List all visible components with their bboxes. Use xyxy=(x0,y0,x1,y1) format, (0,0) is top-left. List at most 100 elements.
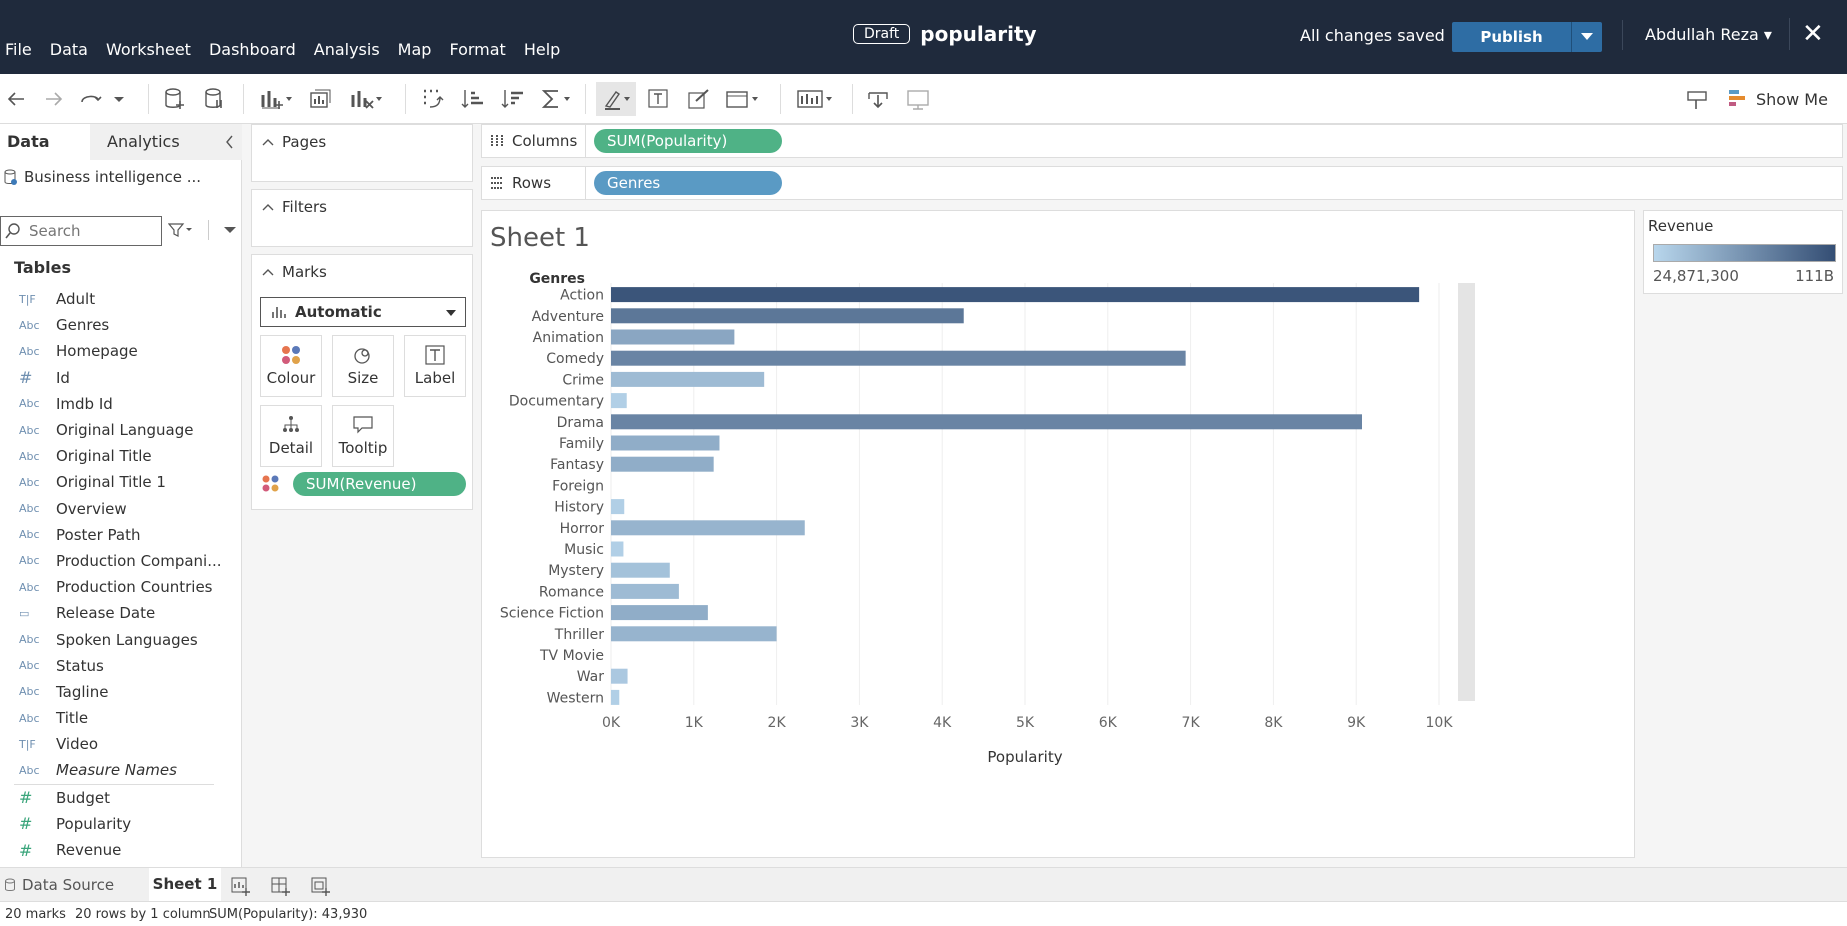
colour-button[interactable]: Colour xyxy=(260,335,322,397)
field-budget[interactable]: # Budget xyxy=(0,785,242,811)
field-original-title[interactable]: Abc Original Title xyxy=(0,443,242,469)
chart-scrollbar[interactable] xyxy=(1458,283,1475,701)
menu-worksheet[interactable]: Worksheet xyxy=(101,40,191,59)
new-worksheet-tab-icon[interactable] xyxy=(230,876,252,896)
sort-descending-icon[interactable] xyxy=(500,87,526,111)
field-id[interactable]: # Id xyxy=(0,365,242,391)
field-homepage[interactable]: Abc Homepage xyxy=(0,338,242,364)
duplicate-sheet-icon[interactable] xyxy=(308,87,334,111)
filters-card-header[interactable]: Filters xyxy=(252,190,472,224)
new-dashboard-tab-icon[interactable] xyxy=(270,876,292,896)
pages-card-header[interactable]: Pages xyxy=(252,125,472,159)
bar[interactable] xyxy=(611,583,679,599)
revenue-colour-pill[interactable]: SUM(Revenue) xyxy=(293,472,466,496)
bar[interactable] xyxy=(611,350,1186,366)
data-source-tab-label[interactable]: Data Source xyxy=(22,876,114,894)
replay-icon[interactable] xyxy=(78,87,104,111)
tab-analytics[interactable]: Analytics xyxy=(90,124,242,160)
field-title[interactable]: Abc Title xyxy=(0,705,242,731)
field-revenue[interactable]: # Revenue xyxy=(0,837,242,863)
user-menu[interactable]: Abdullah Reza ▾ xyxy=(1622,20,1772,50)
show-labels-icon[interactable] xyxy=(646,87,672,111)
menu-data[interactable]: Data xyxy=(45,40,88,59)
tooltip-button[interactable]: Tooltip xyxy=(332,405,394,467)
datasource-item[interactable]: Business intelligence ... xyxy=(4,168,201,186)
new-worksheet-icon[interactable] xyxy=(260,87,294,111)
field-poster-path[interactable]: Abc Poster Path xyxy=(0,522,242,548)
data-source-tab[interactable]: Data Source xyxy=(4,876,114,894)
field-adult[interactable]: T|F Adult xyxy=(0,286,242,312)
field-popularity[interactable]: # Popularity xyxy=(0,811,242,837)
search-field[interactable] xyxy=(0,216,162,246)
bar[interactable] xyxy=(611,520,805,536)
filters-card[interactable]: Filters xyxy=(251,189,473,247)
bar[interactable] xyxy=(611,541,624,557)
sheet-tab[interactable]: Sheet 1 xyxy=(149,868,221,901)
swap-rows-columns-icon[interactable] xyxy=(420,87,446,111)
filter-icon[interactable] xyxy=(168,222,194,238)
mark-type-select[interactable]: Automatic xyxy=(260,297,466,327)
datasource-name[interactable]: Business intelligence ... xyxy=(24,168,201,186)
marks-card-header[interactable]: Marks xyxy=(252,255,472,289)
field-production-compani[interactable]: Abc Production Compani... xyxy=(0,548,242,574)
bar[interactable] xyxy=(611,456,714,472)
presentation-mode-icon[interactable] xyxy=(906,87,932,111)
menu-dashboard[interactable]: Dashboard xyxy=(204,40,296,59)
bar[interactable] xyxy=(611,605,708,621)
pages-card[interactable]: Pages xyxy=(251,124,473,182)
field-tagline[interactable]: Abc Tagline xyxy=(0,679,242,705)
pin-icon[interactable] xyxy=(1684,87,1710,111)
bar[interactable] xyxy=(611,499,625,515)
download-icon[interactable] xyxy=(866,87,892,111)
user-name[interactable]: Abdullah Reza xyxy=(1645,25,1759,44)
bar[interactable] xyxy=(611,308,964,324)
rows-shelf[interactable]: Rows Genres xyxy=(481,166,1843,200)
publish-label[interactable]: Publish xyxy=(1452,22,1572,52)
field-original-title-1[interactable]: Abc Original Title 1 xyxy=(0,469,242,495)
menu-help[interactable]: Help xyxy=(519,40,560,59)
highlight-icon[interactable] xyxy=(602,87,636,111)
redo-icon[interactable] xyxy=(40,87,66,111)
bar[interactable] xyxy=(611,626,777,642)
fit-view-icon[interactable] xyxy=(724,87,764,111)
replay-dropdown-icon[interactable] xyxy=(112,87,126,111)
new-story-tab-icon[interactable] xyxy=(310,876,332,896)
search-input[interactable] xyxy=(29,222,149,240)
menu-analysis[interactable]: Analysis xyxy=(309,40,380,59)
bar[interactable] xyxy=(611,689,620,705)
chevron-up-icon[interactable] xyxy=(262,137,274,147)
mark-type-value[interactable]: Automatic xyxy=(295,303,382,321)
document-title[interactable]: popularity xyxy=(920,22,1036,46)
pause-updates-icon[interactable] xyxy=(202,87,228,111)
bar[interactable] xyxy=(611,414,1362,430)
field-video[interactable]: T|F Video xyxy=(0,731,242,757)
collapse-pane-icon[interactable] xyxy=(224,124,234,173)
label-button[interactable]: Label xyxy=(404,335,466,397)
bar[interactable] xyxy=(611,562,670,578)
chevron-down-icon[interactable] xyxy=(445,308,457,318)
undo-icon[interactable] xyxy=(4,87,30,111)
bar[interactable] xyxy=(611,668,628,684)
size-button[interactable]: Size xyxy=(332,335,394,397)
detail-button[interactable]: Detail xyxy=(260,405,322,467)
field-measure-names[interactable]: Abc Measure Names xyxy=(0,757,242,783)
menu-map[interactable]: Map xyxy=(393,40,432,59)
bar[interactable] xyxy=(611,435,720,451)
totals-icon[interactable] xyxy=(540,87,574,111)
chevron-up-icon[interactable] xyxy=(262,202,274,212)
field-original-language[interactable]: Abc Original Language xyxy=(0,417,242,443)
show-me-button[interactable]: Show Me xyxy=(1728,88,1828,110)
publish-button[interactable]: Publish xyxy=(1452,22,1602,52)
field-imdb-id[interactable]: Abc Imdb Id xyxy=(0,391,242,417)
bar[interactable] xyxy=(611,329,735,345)
field-status[interactable]: Abc Status xyxy=(0,653,242,679)
menu-file[interactable]: File xyxy=(0,40,32,59)
format-workbook-icon[interactable] xyxy=(686,87,712,111)
tab-analytics-label[interactable]: Analytics xyxy=(107,132,180,151)
new-datasource-icon[interactable] xyxy=(162,87,188,111)
field-production-countries[interactable]: Abc Production Countries xyxy=(0,574,242,600)
columns-shelf[interactable]: Columns SUM(Popularity) xyxy=(481,124,1843,158)
field-overview[interactable]: Abc Overview xyxy=(0,496,242,522)
field-genres[interactable]: Abc Genres xyxy=(0,312,242,338)
chevron-up-icon[interactable] xyxy=(262,267,274,277)
